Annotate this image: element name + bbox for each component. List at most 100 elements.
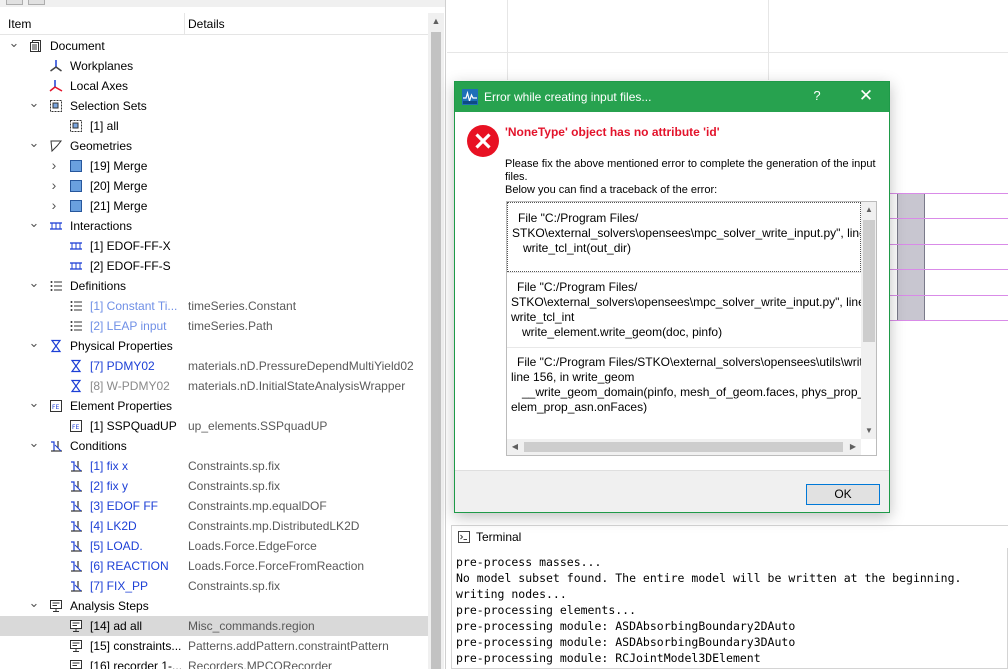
- error-icon: [467, 125, 499, 157]
- traceback-hscrollbar[interactable]: ◀ ▶: [507, 439, 861, 455]
- tree-row-label: [6] REACTION: [90, 559, 169, 573]
- mesh-geometry[interactable]: [897, 193, 925, 321]
- tree-row[interactable]: › [19] Merge: [0, 156, 428, 176]
- terminal-title: Terminal: [476, 530, 522, 544]
- tree-row[interactable]: › [21] Merge: [0, 196, 428, 216]
- scrollbar-thumb[interactable]: [863, 220, 875, 342]
- tree-row[interactable]: ⌄ Analysis Steps: [0, 596, 428, 616]
- tree-row[interactable]: [1] EDOF-FF-X: [0, 236, 428, 256]
- error-title: 'NoneType' object has no attribute 'id': [505, 125, 720, 139]
- tree-row-label: [1] EDOF-FF-X: [90, 239, 171, 253]
- traceback-line: STKO\external_solvers\opensees\mpc_solve…: [511, 295, 861, 309]
- terminal-line: pre-processing module: ASDAbsorbingBound…: [456, 635, 796, 649]
- tree-row[interactable]: ⌄ Interactions: [0, 216, 428, 236]
- tree-row[interactable]: [2] fix y Constraints.sp.fix: [0, 476, 428, 496]
- close-button[interactable]: ✕: [853, 86, 879, 106]
- tree-row[interactable]: [7] PDMY02 materials.nD.PressureDependMul…: [0, 356, 428, 376]
- local-axes-icon: [49, 79, 63, 93]
- tree-row[interactable]: [15] constraints... Patterns.addPattern.c…: [0, 636, 428, 656]
- scroll-left-icon[interactable]: ◀: [507, 439, 523, 455]
- chevron-down-icon[interactable]: ⌄: [28, 436, 40, 450]
- tree-row-details: Loads.Force.EdgeForce: [188, 539, 317, 553]
- tree-row[interactable]: › [20] Merge: [0, 176, 428, 196]
- traceback-separator: [507, 272, 861, 273]
- terminal-titlebar[interactable]: Terminal: [452, 526, 1008, 548]
- tree-row[interactable]: [2] LEAP input timeSeries.Path: [0, 316, 428, 336]
- tree-row-details: Constraints.sp.fix: [188, 479, 281, 493]
- traceback-line: __write_geom_domain(pinfo, mesh_of_geom.…: [522, 385, 861, 399]
- traceback-item[interactable]: File "C:/Program Files/STKO\external_sol…: [507, 202, 861, 272]
- tree-row-details: Constraints.sp.fix: [188, 579, 281, 593]
- tree-row[interactable]: ⌄ Conditions: [0, 436, 428, 456]
- terminal-line: pre-processing elements...: [456, 603, 637, 617]
- column-separator[interactable]: [184, 13, 185, 35]
- toolbar-button[interactable]: [6, 0, 23, 5]
- chevron-down-icon[interactable]: ⌄: [28, 396, 40, 410]
- chevron-right-icon[interactable]: ›: [48, 158, 60, 172]
- scroll-up-icon[interactable]: ▲: [428, 13, 444, 30]
- tree-row[interactable]: [6] REACTION Loads.Force.ForceFromReactio…: [0, 556, 428, 576]
- selection-set-icon: [69, 119, 83, 133]
- traceback-list[interactable]: File "C:/Program Files/STKO\external_sol…: [506, 201, 877, 456]
- condition-icon: [69, 579, 83, 593]
- tree-scrollbar[interactable]: ▲: [428, 13, 444, 669]
- scroll-up-icon[interactable]: ▲: [861, 202, 876, 218]
- chevron-down-icon[interactable]: ⌄: [28, 136, 40, 150]
- tree-row-details: Misc_commands.region: [188, 619, 315, 633]
- tree-row[interactable]: ⌄ Physical Properties: [0, 336, 428, 356]
- column-header-details[interactable]: Details: [188, 17, 225, 31]
- tree-row-label: Selection Sets: [70, 99, 147, 113]
- chevron-down-icon[interactable]: ⌄: [28, 596, 40, 610]
- traceback-line: STKO\external_solvers\opensees\mpc_solve…: [512, 226, 861, 240]
- document-tree-panel: Item Details ⌄ Document Workplanes Local Ax…: [0, 0, 446, 669]
- scrollbar-thumb[interactable]: [524, 442, 843, 452]
- tree-row[interactable]: [14] ad all Misc_commands.region: [0, 616, 428, 636]
- tree-row[interactable]: [2] EDOF-FF-S: [0, 256, 428, 276]
- tree-row[interactable]: ⌄ Definitions: [0, 276, 428, 296]
- column-header-item[interactable]: Item: [8, 17, 31, 31]
- tree-row[interactable]: [1] fix x Constraints.sp.fix: [0, 456, 428, 476]
- tree-row[interactable]: ⌄ Geometries: [0, 136, 428, 156]
- chevron-down-icon[interactable]: ⌄: [28, 216, 40, 230]
- grid-line: [507, 0, 508, 80]
- monitor-icon: [69, 659, 83, 669]
- tree-row[interactable]: [16] recorder 1-... Recorders.MPCORecorde…: [0, 656, 428, 669]
- tree-row[interactable]: FE [1] SSPQuadUP up_elements.SSPquadUP: [0, 416, 428, 436]
- mesh-highlight-line: [890, 320, 1008, 321]
- tree-row[interactable]: ⌄ FE Element Properties: [0, 396, 428, 416]
- mesh-highlight-line: [890, 269, 1008, 270]
- terminal-output[interactable]: pre-process masses... No model subset fou…: [456, 554, 1004, 669]
- chevron-down-icon[interactable]: ⌄: [8, 36, 20, 50]
- tree-row[interactable]: ⌄ Document: [0, 36, 428, 56]
- chevron-down-icon[interactable]: ⌄: [28, 96, 40, 110]
- tree-row[interactable]: [8] W-PDMY02 materials.nD.InitialStateAna…: [0, 376, 428, 396]
- tree-row-label: Workplanes: [70, 59, 134, 73]
- tree-row-label: [1] fix x: [90, 459, 129, 473]
- chevron-down-icon[interactable]: ⌄: [28, 336, 40, 350]
- traceback-item[interactable]: File "C:/Program Files/STKO\external_sol…: [507, 272, 861, 347]
- chevron-right-icon[interactable]: ›: [48, 178, 60, 192]
- tree-row[interactable]: [3] EDOF FF Constraints.mp.equalDOF: [0, 496, 428, 516]
- toolbar-button[interactable]: [28, 0, 45, 5]
- chevron-right-icon[interactable]: ›: [48, 198, 60, 212]
- tree-row[interactable]: [1] Constant Ti... timeSeries.Constant: [0, 296, 428, 316]
- scroll-down-icon[interactable]: ▼: [861, 423, 876, 439]
- traceback-item[interactable]: File "C:/Program Files/STKO\external_sol…: [507, 347, 861, 439]
- dialog-titlebar[interactable]: Error while creating input files... ? ✕: [455, 82, 889, 112]
- condition-icon: [69, 559, 83, 573]
- help-button[interactable]: ?: [807, 88, 827, 103]
- tree-row[interactable]: [5] LOAD. Loads.Force.EdgeForce: [0, 536, 428, 556]
- scroll-right-icon[interactable]: ▶: [845, 439, 861, 455]
- tree-row-label: Physical Properties: [70, 339, 173, 353]
- scrollbar-thumb[interactable]: [431, 32, 441, 669]
- traceback-vscrollbar[interactable]: ▲ ▼: [861, 202, 876, 439]
- terminal-icon: [458, 531, 470, 543]
- tree-row[interactable]: [7] FIX_PP Constraints.sp.fix: [0, 576, 428, 596]
- tree-row[interactable]: Local Axes: [0, 76, 428, 96]
- tree-row[interactable]: [4] LK2D Constraints.mp.DistributedLK2D: [0, 516, 428, 536]
- tree-row[interactable]: ⌄ Selection Sets: [0, 96, 428, 116]
- tree-row[interactable]: Workplanes: [0, 56, 428, 76]
- ok-button[interactable]: OK: [806, 484, 880, 505]
- chevron-down-icon[interactable]: ⌄: [28, 276, 40, 290]
- tree-row[interactable]: [1] all: [0, 116, 428, 136]
